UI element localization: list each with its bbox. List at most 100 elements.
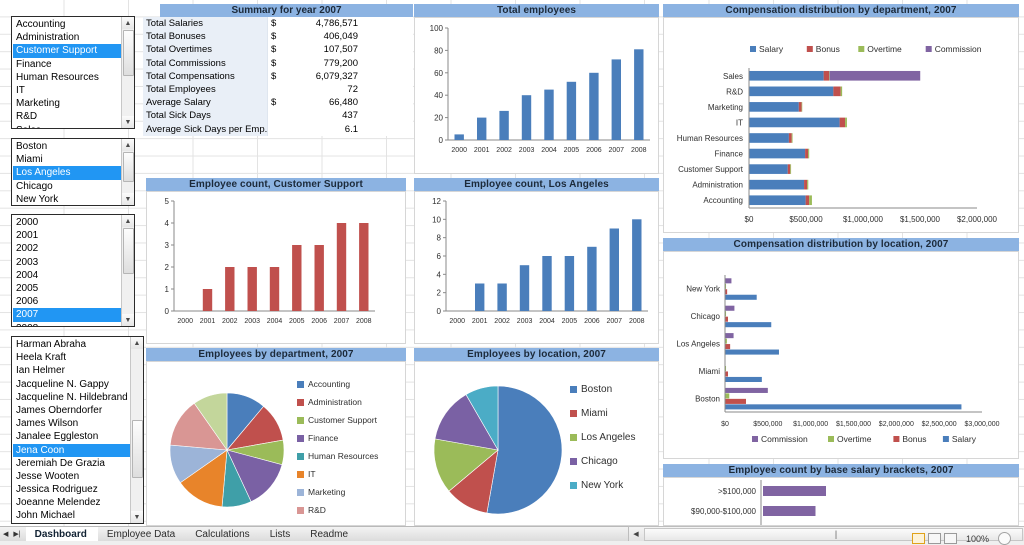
summary-row-pad <box>364 70 413 83</box>
scroll-up-icon[interactable]: ▲ <box>122 17 135 29</box>
year-filter-listbox[interactable]: 2000 2001 2002 2003 2004 2005 2006 2007 … <box>11 214 135 327</box>
sheet-tab-readme[interactable]: Readme <box>301 527 359 541</box>
scroll-down-icon[interactable]: ▼ <box>122 314 135 326</box>
year-filter-scrollbar[interactable]: ▲ ▼ <box>121 215 134 326</box>
salary-brackets-chart[interactable]: >$100,000$90,000-$100,000 <box>663 477 1019 526</box>
list-item[interactable]: Boston <box>13 140 121 153</box>
page-layout-button[interactable] <box>928 533 941 544</box>
summary-row-currency: $ <box>268 43 286 56</box>
employee-count-customer-support-chart[interactable]: 012345 200020012002200320042005200620072… <box>146 191 406 344</box>
list-item[interactable]: 2008 <box>13 322 121 327</box>
list-item[interactable]: 2006 <box>13 295 121 308</box>
list-item[interactable]: 2004 <box>13 269 121 282</box>
total-employees-chart[interactable]: 020406080100 200020012002200320042005200… <box>414 17 659 174</box>
list-item-selected[interactable]: 2007 <box>13 308 121 321</box>
summary-row-value: 72 <box>286 83 364 96</box>
list-item[interactable]: James Oberndorfer <box>13 404 130 417</box>
scroll-left-icon[interactable]: ◀ <box>629 528 643 541</box>
list-item[interactable]: 2000 <box>13 216 121 229</box>
svg-text:Accounting: Accounting <box>308 379 350 389</box>
list-item[interactable]: Jesse Wooten <box>13 470 130 483</box>
total-employees-panel: Total employees 020406080100 20002001200… <box>414 4 659 174</box>
nav-prev-icon[interactable]: ◀ <box>3 530 8 538</box>
employee-filter-items[interactable]: Harman Abraha Heela Kraft Ian Helmer Jac… <box>12 337 130 523</box>
list-item[interactable]: Marketing <box>13 97 121 110</box>
sheet-tab-calculations[interactable]: Calculations <box>186 527 260 541</box>
list-item-selected[interactable]: Jena Coon <box>13 444 130 457</box>
list-item[interactable]: Miami <box>13 153 121 166</box>
list-item[interactable]: Heela Kraft <box>13 351 130 364</box>
list-item[interactable]: Accounting <box>13 18 121 31</box>
employee-filter-scrollbar[interactable]: ▲ ▼ <box>130 337 143 523</box>
list-item[interactable]: 2005 <box>13 282 121 295</box>
employees-by-location-chart[interactable]: BostonMiamiLos AngelesChicagoNew York <box>414 361 659 526</box>
list-item[interactable]: R&D <box>13 110 121 123</box>
svg-text:2008: 2008 <box>631 147 647 154</box>
svg-text:$2,000,000: $2,000,000 <box>957 215 998 224</box>
location-filter-items[interactable]: Boston Miami Los Angeles Chicago New Yor… <box>12 139 121 205</box>
scroll-down-icon[interactable]: ▼ <box>122 193 135 205</box>
svg-text:2007: 2007 <box>334 318 350 325</box>
employees-by-location-panel: Employees by location, 2007 BostonMiamiL… <box>414 348 659 526</box>
year-filter-items[interactable]: 2000 2001 2002 2003 2004 2005 2006 2007 … <box>12 215 121 326</box>
svg-text:2004: 2004 <box>541 147 557 154</box>
employee-count-los-angeles-chart[interactable]: 024681012 200020012002200320042005200620… <box>414 191 659 344</box>
list-item[interactable]: Ian Helmer <box>13 364 130 377</box>
list-item[interactable]: Jacqueline N. Gappy <box>13 378 130 391</box>
list-item[interactable]: IT <box>13 84 121 97</box>
zoom-slider-knob[interactable] <box>998 532 1011 545</box>
list-item[interactable]: Human Resources <box>13 71 121 84</box>
normal-view-button[interactable] <box>912 533 925 544</box>
scroll-up-icon[interactable]: ▲ <box>122 215 135 227</box>
list-item-selected[interactable]: Customer Support <box>13 44 121 57</box>
list-item[interactable]: Administration <box>13 31 121 44</box>
sheet-tab-dashboard[interactable]: Dashboard <box>26 527 98 541</box>
list-item[interactable]: Jessica Rodriguez <box>13 483 130 496</box>
department-filter-scrollbar[interactable]: ▲ ▼ <box>121 17 134 128</box>
sheet-tab-employee-data[interactable]: Employee Data <box>98 527 186 541</box>
sheet-nav-arrows[interactable]: ◀ ▶| <box>0 527 26 541</box>
list-item[interactable]: 2001 <box>13 229 121 242</box>
list-item[interactable]: Harman Abraha <box>13 338 130 351</box>
svg-text:$1,500,000: $1,500,000 <box>836 421 871 428</box>
department-filter-listbox[interactable]: Accounting Administration Customer Suppo… <box>11 16 135 129</box>
list-item[interactable]: Joeanne Melendez <box>13 496 130 509</box>
list-item[interactable]: 2002 <box>13 242 121 255</box>
list-item[interactable]: Sales <box>13 124 121 129</box>
scrollbar-thumb[interactable] <box>123 152 134 182</box>
scrollbar-thumb[interactable] <box>132 420 143 478</box>
location-filter-listbox[interactable]: Boston Miami Los Angeles Chicago New Yor… <box>11 138 135 206</box>
list-item[interactable]: Chicago <box>13 180 121 193</box>
list-item[interactable]: John Michael <box>13 509 130 522</box>
svg-text:2002: 2002 <box>222 318 238 325</box>
list-item[interactable]: Finance <box>13 58 121 71</box>
svg-text:Miami: Miami <box>699 367 721 376</box>
scroll-up-icon[interactable]: ▲ <box>122 139 135 151</box>
department-filter-items[interactable]: Accounting Administration Customer Suppo… <box>12 17 121 128</box>
list-item[interactable]: Jacqueline N. Hildebrand <box>13 391 130 404</box>
sheet-tab-lists[interactable]: Lists <box>261 527 302 541</box>
scroll-down-icon[interactable]: ▼ <box>131 511 144 523</box>
employee-filter-listbox[interactable]: Harman Abraha Heela Kraft Ian Helmer Jac… <box>11 336 144 524</box>
list-item-selected[interactable]: Los Angeles <box>13 166 121 179</box>
location-filter-scrollbar[interactable]: ▲ ▼ <box>121 139 134 205</box>
list-item[interactable]: James Wilson <box>13 417 130 430</box>
svg-text:2008: 2008 <box>629 318 645 325</box>
employees-by-department-chart[interactable]: AccountingAdministrationCustomer Support… <box>146 361 406 526</box>
list-item[interactable]: New York <box>13 193 121 205</box>
scrollbar-thumb[interactable] <box>123 228 134 274</box>
svg-text:100: 100 <box>430 24 444 33</box>
page-break-button[interactable] <box>944 533 957 544</box>
svg-text:$90,000-$100,000: $90,000-$100,000 <box>691 507 757 516</box>
compensation-by-location-chart[interactable]: BostonMiamiLos AngelesChicagoNew York $0… <box>663 251 1019 459</box>
list-item[interactable]: Janalee Eggleston <box>13 430 130 443</box>
nav-first-icon[interactable]: ▶| <box>13 530 20 538</box>
list-item[interactable]: Jeremiah De Grazia <box>13 457 130 470</box>
compensation-by-department-chart[interactable]: SalaryBonusOvertimeCommission Accounting… <box>663 17 1019 233</box>
scroll-up-icon[interactable]: ▲ <box>131 337 144 349</box>
scroll-down-icon[interactable]: ▼ <box>122 116 135 128</box>
view-controls[interactable]: 100% <box>912 532 1011 545</box>
list-item[interactable]: 2003 <box>13 256 121 269</box>
scrollbar-thumb[interactable] <box>123 30 134 76</box>
summary-row-value: 406,049 <box>286 30 364 43</box>
